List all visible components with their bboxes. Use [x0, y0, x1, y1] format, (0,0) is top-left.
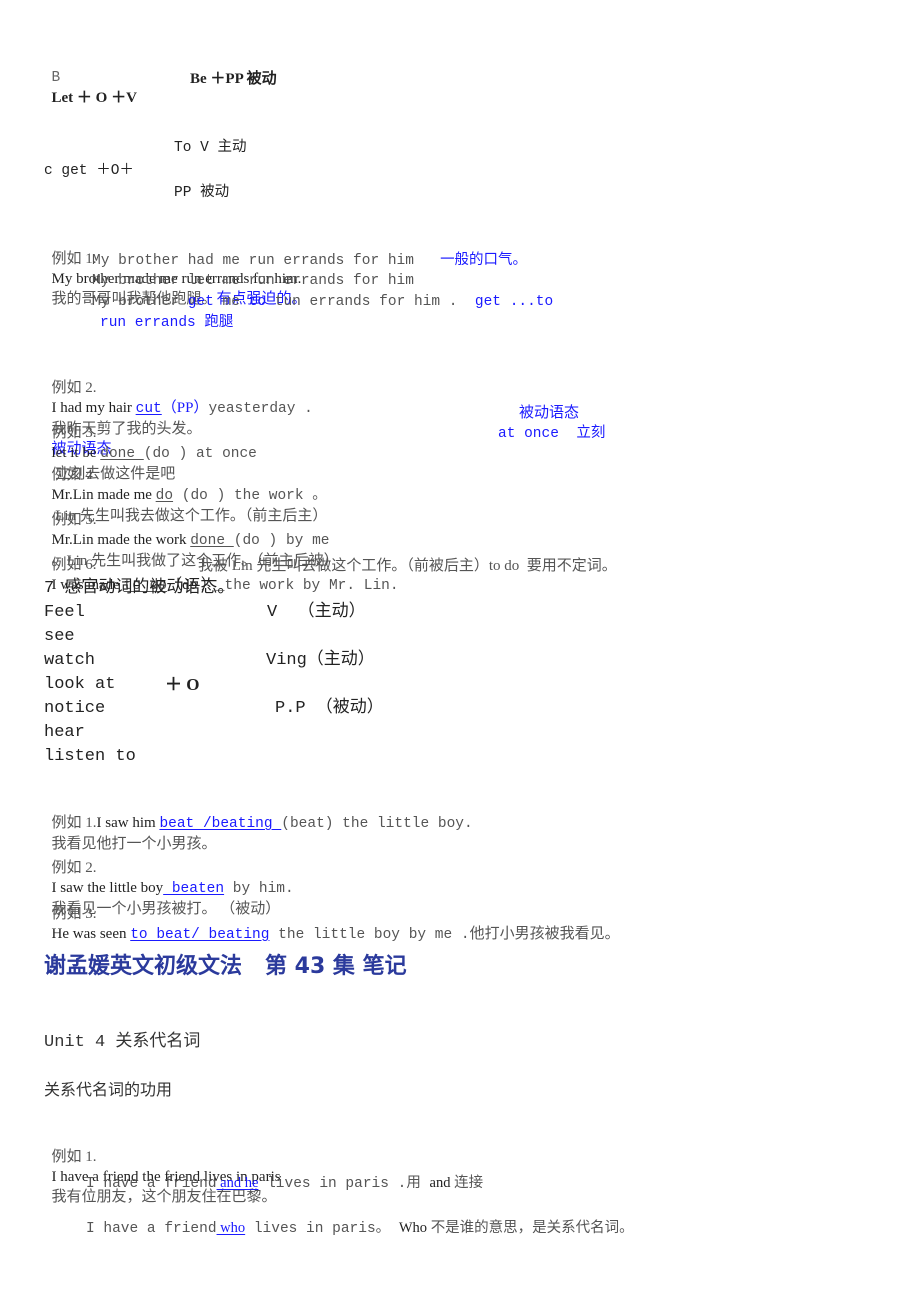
line-text: me [213, 294, 249, 310]
sense-verb: hear [44, 723, 85, 742]
example-sentence: _the work by Mr. Lin. [215, 578, 399, 594]
line-note: 一般的口气。 [440, 252, 528, 268]
get-passive: PP 被动 [174, 185, 230, 201]
line-text: My brother [92, 294, 188, 310]
keyword-get: get [187, 294, 214, 310]
example-a1-line2: My brother had me run errands for him 一般… [92, 250, 527, 271]
example-b3: 例如 3. He was seen to beat/ beating the l… [44, 884, 620, 945]
form-active-ving: Ving（主动） [266, 651, 375, 670]
example-label: 例如 4 [51, 467, 93, 483]
example-sentence: I saw him [96, 815, 160, 831]
keyword-to: to [248, 294, 267, 310]
sense-verb: listen to [44, 747, 136, 766]
example-label: 例如 3. [51, 425, 97, 441]
example-a3-note2: at once 立刻 [498, 426, 606, 442]
line-text: lives in paris .用 [258, 1176, 430, 1192]
keyword: and [429, 1175, 451, 1191]
senses-heading: 7 感官动词的被动语态。 [44, 579, 235, 598]
let-passive: Be ＋PP 被动 [190, 71, 277, 87]
example-translation: 他打小男孩被我看见。 [469, 926, 620, 942]
example-sentence: He was seen [51, 926, 131, 942]
plus-object: ＋ O [165, 675, 200, 694]
example-label: 例如 5. [51, 512, 97, 528]
line-note: get ...to [474, 294, 554, 310]
line-text: I have a friend [86, 1176, 217, 1192]
example-c1-line3: I have a friend who lives in paris。 Who … [86, 1218, 634, 1239]
sense-verb: Feel [44, 603, 85, 622]
sense-verb: notice [44, 699, 106, 718]
line-text: My brother had me run errands for him [92, 253, 414, 269]
example-sentence: the little boy by me . [269, 927, 470, 943]
sense-verb: look at [44, 675, 116, 694]
line-text: 连接 [450, 1175, 484, 1191]
line-text: 不是谁的意思，是关系代名词。 [427, 1220, 634, 1236]
sense-verb: see [44, 627, 75, 646]
sense-verb: watch [44, 651, 96, 670]
example-label: 例如 6. [51, 557, 97, 573]
answer-blank: beat /beating [159, 816, 282, 832]
get-active: To V 主动 [174, 140, 247, 156]
form-active-v: V （主动） [267, 603, 366, 622]
example-a1-line4: My brother get me to tun errands for him… [92, 292, 553, 312]
example-sentence: (beat) the little boy. [281, 816, 473, 832]
subheading: 关系代名词的功用 [44, 1080, 173, 1099]
example-c1: 例如 1. I have a friend the friend lives i… [44, 1127, 281, 1207]
answer-blank: who [216, 1220, 246, 1236]
example-a3-note: 被动语态 [519, 405, 580, 421]
example-a1-line3: My brother let me run errands for him [92, 273, 414, 289]
let-pattern-line: B Let ＋ O ＋V [44, 47, 137, 108]
line-text: lives in paris。 [245, 1221, 399, 1237]
example-label: 例如 2. [51, 380, 97, 396]
example-label: 例如 1. [51, 1149, 97, 1165]
unit-heading: Unit 4 关系代名词 [44, 1033, 201, 1052]
keyword: Who [398, 1220, 428, 1236]
get-formula: c get ＋O＋ [44, 163, 134, 179]
example-label: 例如 1. [51, 815, 97, 831]
line-text: tun errands for him . [266, 294, 458, 310]
let-formula: Let ＋ O ＋V [51, 90, 137, 106]
answer-blank: to beat/ beating [130, 927, 270, 943]
pattern-b-prefix: B [51, 70, 61, 86]
example-label: 例如 3. [51, 906, 97, 922]
example-c1-line2: I have a friend and he lives in paris .用… [86, 1173, 483, 1194]
example-a6-translation: 我被 Lin 先生叫去做这个工作。（前被后主）to do 要用不定词。 [198, 558, 617, 574]
example-label: 例如 1. [51, 251, 97, 267]
section-title: 谢孟媛英文初级文法 第 43 集 笔记 [44, 954, 407, 979]
example-label: 例如 2. [51, 860, 97, 876]
line-text: I have a friend [86, 1221, 217, 1237]
answer-blank: and he [216, 1175, 259, 1191]
form-passive-pp: P.P （被动） [275, 699, 384, 718]
example-a1-line5: run errands 跑腿 [100, 315, 234, 331]
